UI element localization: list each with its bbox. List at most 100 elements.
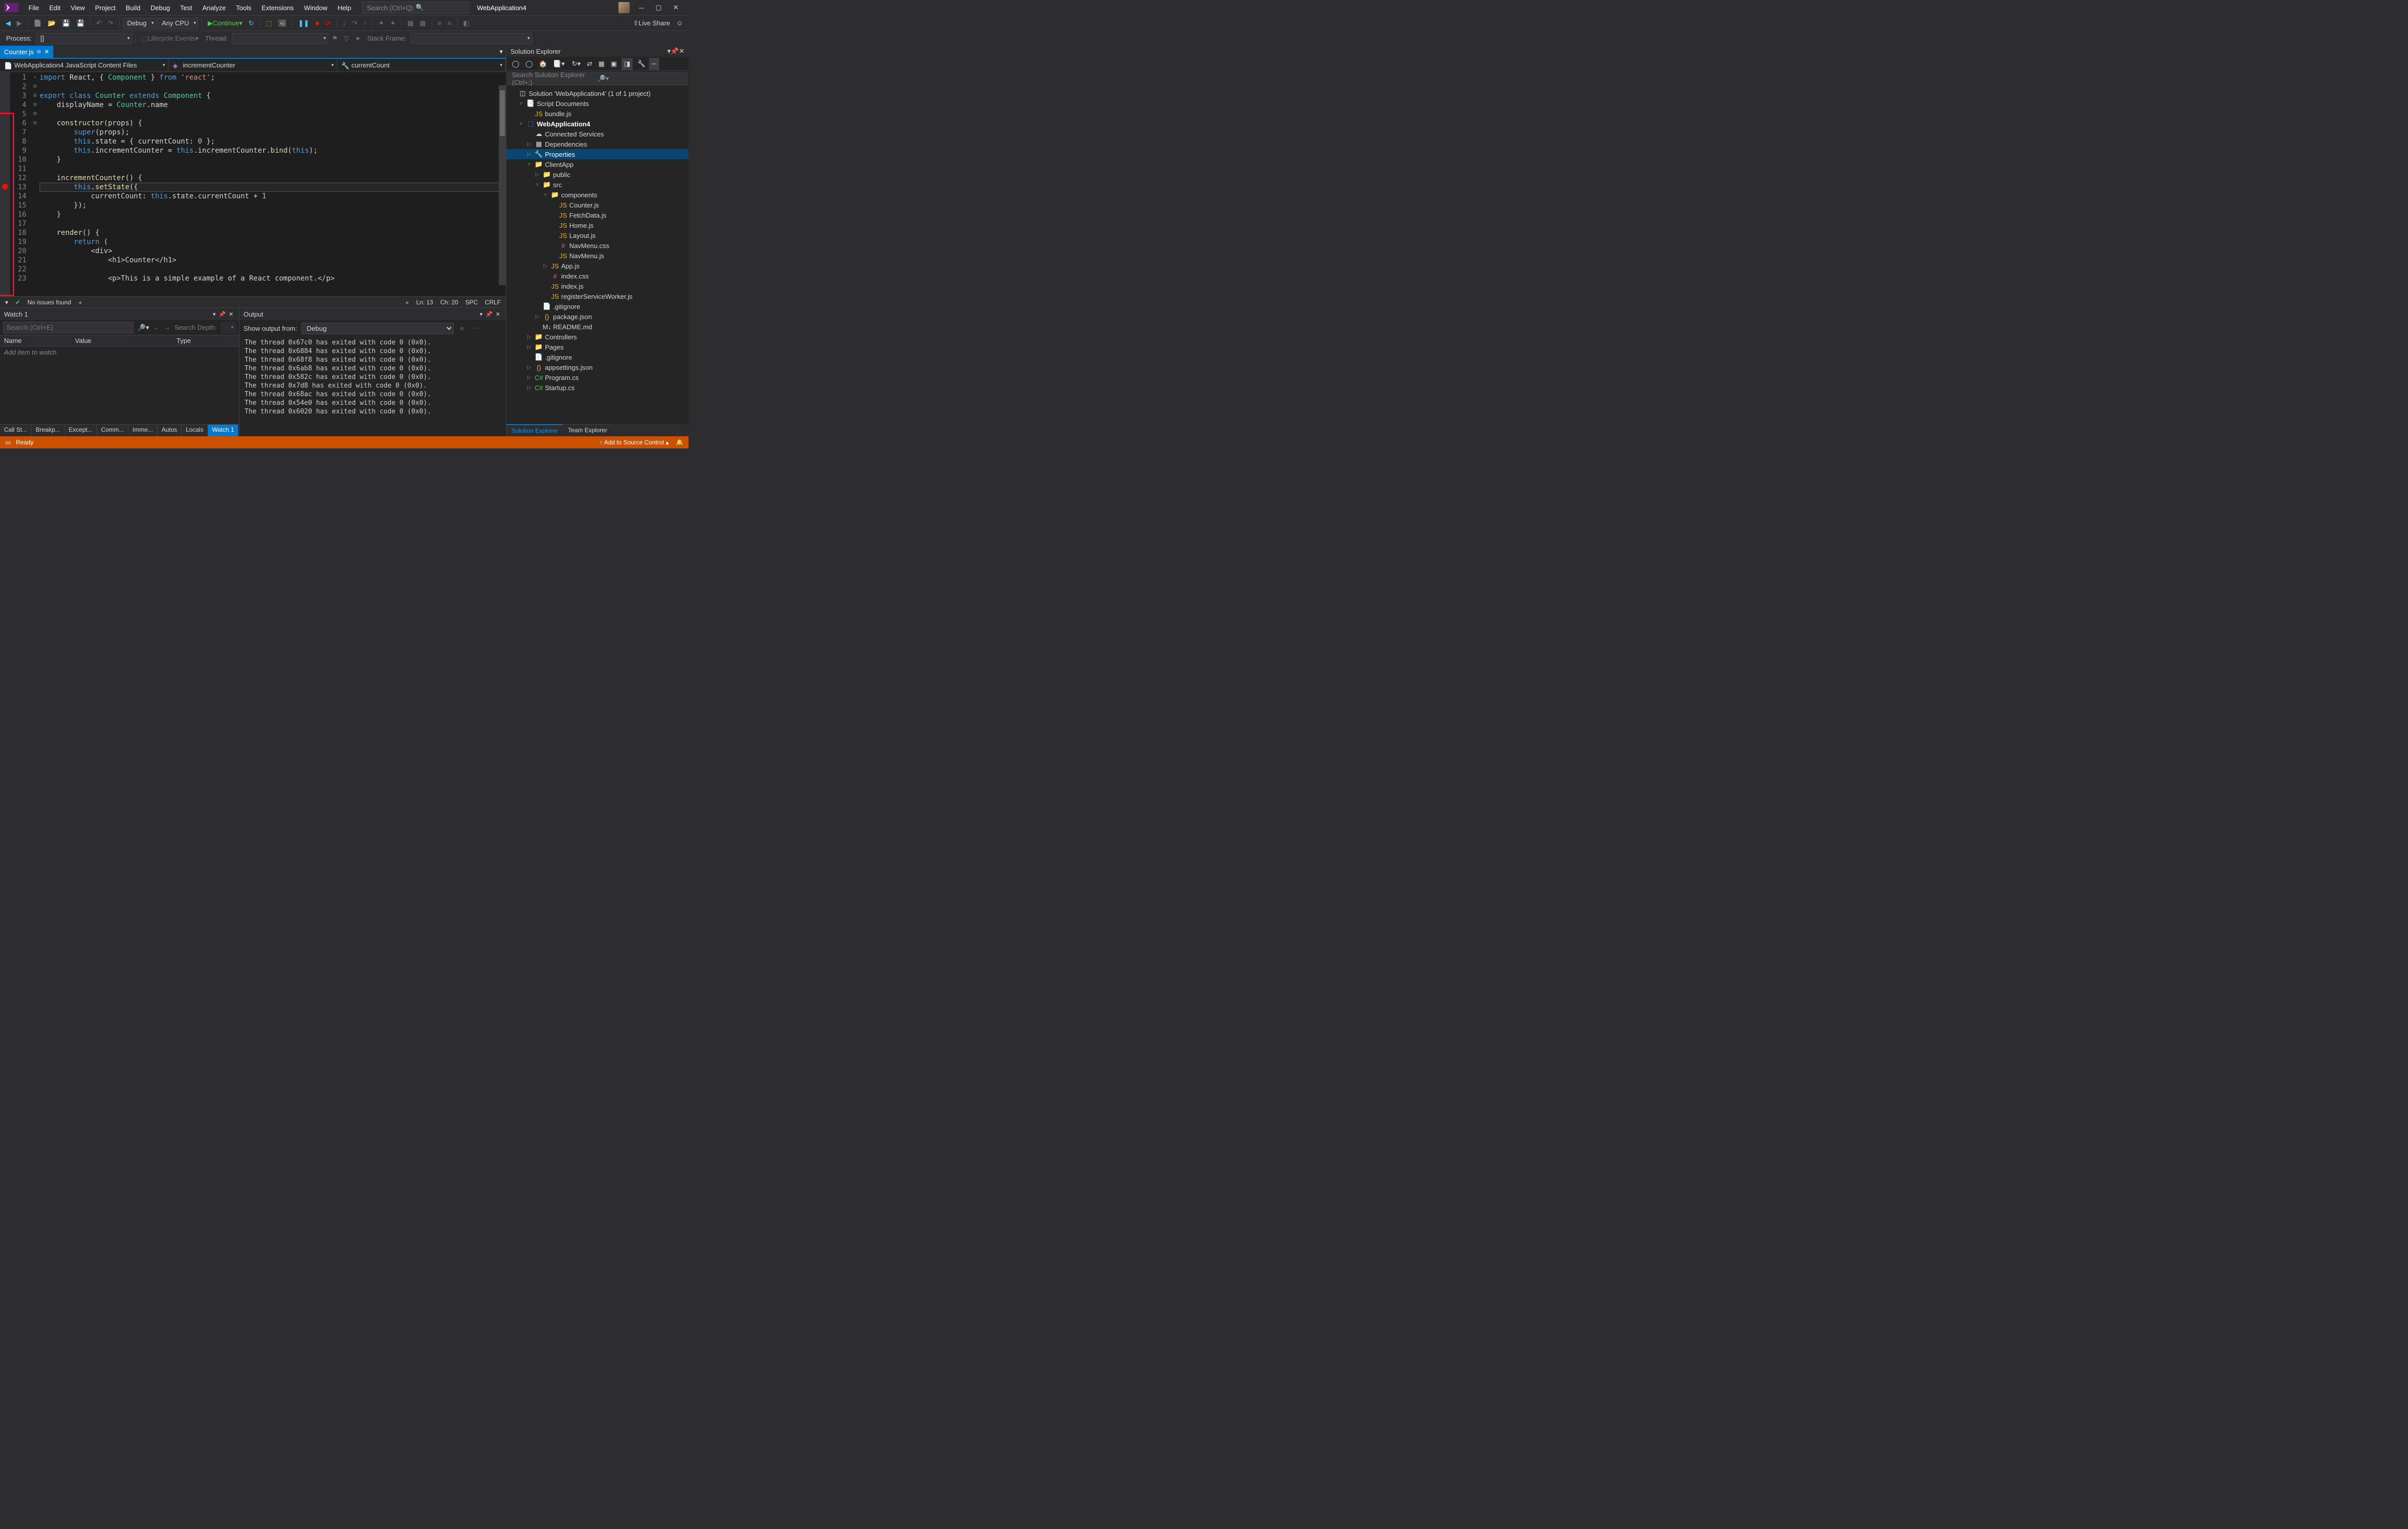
collapse-icon[interactable]: ⇄ (584, 58, 595, 70)
config-combo[interactable]: Debug (123, 18, 156, 29)
output-tool-icon[interactable]: ⋯ (470, 322, 482, 334)
pin-icon[interactable]: 📌 (671, 47, 679, 55)
outdent-button[interactable]: ≡ (445, 17, 454, 29)
tree-item[interactable]: JSbundle.js (506, 109, 689, 119)
pin-icon[interactable]: 📌 (484, 311, 494, 318)
nav-forward-button[interactable]: ▶ (14, 17, 24, 29)
menu-file[interactable]: File (23, 0, 44, 15)
tree-item[interactable]: ▷📁Controllers (506, 332, 689, 342)
close-tab-icon[interactable]: ✕ (44, 48, 49, 55)
tree-item[interactable]: ◫Solution 'WebApplication4' (1 of 1 proj… (506, 88, 689, 98)
solution-tab[interactable]: Solution Explorer (506, 424, 563, 436)
watch-tab[interactable]: Call St... (0, 425, 31, 436)
solution-tree[interactable]: ◫Solution 'WebApplication4' (1 of 1 proj… (506, 86, 689, 424)
refresh-button[interactable]: ↻ (246, 17, 257, 29)
menu-edit[interactable]: Edit (44, 0, 65, 15)
window-button[interactable]: ▦ (417, 17, 428, 29)
tool-button[interactable]: ✦ (388, 17, 398, 29)
dropdown-icon[interactable]: ▾ (478, 311, 485, 318)
step-out-button[interactable]: ↑ (361, 17, 370, 29)
tree-item[interactable]: ▿📁src (506, 180, 689, 190)
tree-item[interactable]: ▷📁Pages (506, 342, 689, 352)
forward-icon[interactable]: ◯ (523, 58, 536, 70)
tree-item[interactable]: M↓README.md (506, 322, 689, 332)
watch-tab[interactable]: Breakp... (31, 425, 64, 436)
source-control-button[interactable]: ↑ Add to Source Control ▴ (600, 439, 669, 446)
tree-item[interactable]: JSNavMenu.js (506, 251, 689, 261)
home-icon[interactable]: 🏠 (536, 58, 549, 70)
flag-button[interactable]: ⚑ (329, 32, 340, 45)
preview-icon[interactable]: ◨ (622, 58, 633, 70)
platform-combo[interactable]: Any CPU (157, 18, 198, 29)
back-icon[interactable]: ◯ (509, 58, 522, 70)
solution-search[interactable]: Search Solution Explorer (Ctrl+;) 🔎▾ (507, 72, 687, 85)
tree-item[interactable]: JSindex.js (506, 281, 689, 291)
step-over-button[interactable]: ↷ (350, 17, 360, 29)
refresh-icon[interactable]: ↻▾ (569, 58, 583, 70)
watch-empty[interactable]: Add item to watch (0, 346, 239, 424)
tree-item[interactable]: JSHome.js (506, 220, 689, 230)
tree-item[interactable]: JSregisterServiceWorker.js (506, 291, 689, 301)
redo-button[interactable]: ↷ (106, 17, 116, 29)
tree-item[interactable]: JSCounter.js (506, 200, 689, 210)
account-avatar[interactable] (615, 1, 633, 14)
maximize-button[interactable]: ▢ (650, 1, 667, 14)
menu-tools[interactable]: Tools (231, 0, 256, 15)
watch-search-input[interactable] (3, 322, 133, 333)
save-all-button[interactable]: 💾 (74, 17, 87, 29)
tree-item[interactable]: ▷🔧Properties (506, 149, 689, 159)
process-combo[interactable]: [] (36, 33, 132, 44)
new-button[interactable]: 📄 (31, 17, 44, 29)
tree-item[interactable]: ▿📁components (506, 190, 689, 200)
tree-item[interactable]: #index.css (506, 271, 689, 281)
tree-item[interactable]: ▷{}package.json (506, 311, 689, 322)
tab-overflow[interactable]: ▾ (496, 46, 506, 58)
tree-item[interactable]: #NavMenu.css (506, 240, 689, 251)
menu-extensions[interactable]: Extensions (256, 0, 299, 15)
close-icon[interactable]: ✕ (227, 311, 235, 318)
tree-item[interactable]: 📄.gitignore (506, 301, 689, 311)
output-source-combo[interactable]: Debug (301, 323, 454, 334)
tree-item[interactable]: ▷{}appsettings.json (506, 362, 689, 372)
filter-button[interactable]: ▽ (341, 32, 352, 45)
tree-item[interactable]: JSLayout.js (506, 230, 689, 240)
tree-item[interactable]: ▷C#Startup.cs (506, 383, 689, 393)
tree-item[interactable]: ▿⬚WebApplication4 (506, 119, 689, 129)
menu-build[interactable]: Build (121, 0, 146, 15)
continue-button[interactable]: ▶ Continue ▾ (205, 17, 245, 29)
editor-scrollbar[interactable] (499, 85, 506, 285)
watch-tab[interactable]: Imme... (128, 425, 157, 436)
menu-project[interactable]: Project (90, 0, 120, 15)
output-text[interactable]: The thread 0x67c0 has exited with code 0… (239, 336, 506, 436)
wrench-icon[interactable]: 🔧 (635, 58, 648, 70)
tree-item[interactable]: 📄.gitignore (506, 352, 689, 362)
output-tool-icon[interactable]: ≡ (458, 322, 467, 334)
tree-item[interactable]: ▷C#Program.cs (506, 372, 689, 383)
line-ending[interactable]: CRLF (485, 299, 501, 306)
dropdown-icon[interactable]: ▾ (212, 311, 218, 318)
forward-icon[interactable]: → (164, 324, 170, 331)
nav-file[interactable]: 📄WebApplication4 JavaScript Content File… (0, 59, 168, 72)
watch-tab[interactable]: Autos (157, 425, 182, 436)
solution-tab[interactable]: Team Explorer (563, 424, 612, 436)
watch-tab[interactable]: Locals (182, 425, 208, 436)
show-all-icon[interactable]: ▦ (596, 58, 607, 70)
menu-view[interactable]: View (65, 0, 90, 15)
watch-tab[interactable]: Except... (64, 425, 97, 436)
code-editor[interactable]: 1234567891011121314151617181920212223 −⊟… (0, 72, 506, 296)
tab-counter-js[interactable]: Counter.js ⊖ ✕ (0, 46, 53, 58)
nav-member1[interactable]: ◈incrementCounter (168, 59, 337, 72)
close-button[interactable]: ✕ (667, 1, 684, 14)
stackframe-combo[interactable] (410, 33, 532, 44)
step-into-button[interactable]: ↓ (340, 17, 349, 29)
tree-item[interactable]: ▿📁ClientApp (506, 159, 689, 169)
minimize-button[interactable]: ─ (633, 1, 650, 14)
back-icon[interactable]: ← (153, 324, 160, 331)
restart-button[interactable]: ⟳ (323, 17, 333, 29)
indent-button[interactable]: ≡ (435, 17, 444, 29)
tool-button[interactable]: ✦ (376, 17, 387, 29)
nav-back-button[interactable]: ◀ (3, 17, 13, 29)
pin-icon[interactable]: ⊖ (37, 49, 41, 55)
menu-debug[interactable]: Debug (146, 0, 175, 15)
bookmark-button[interactable]: ◧ (461, 17, 472, 29)
